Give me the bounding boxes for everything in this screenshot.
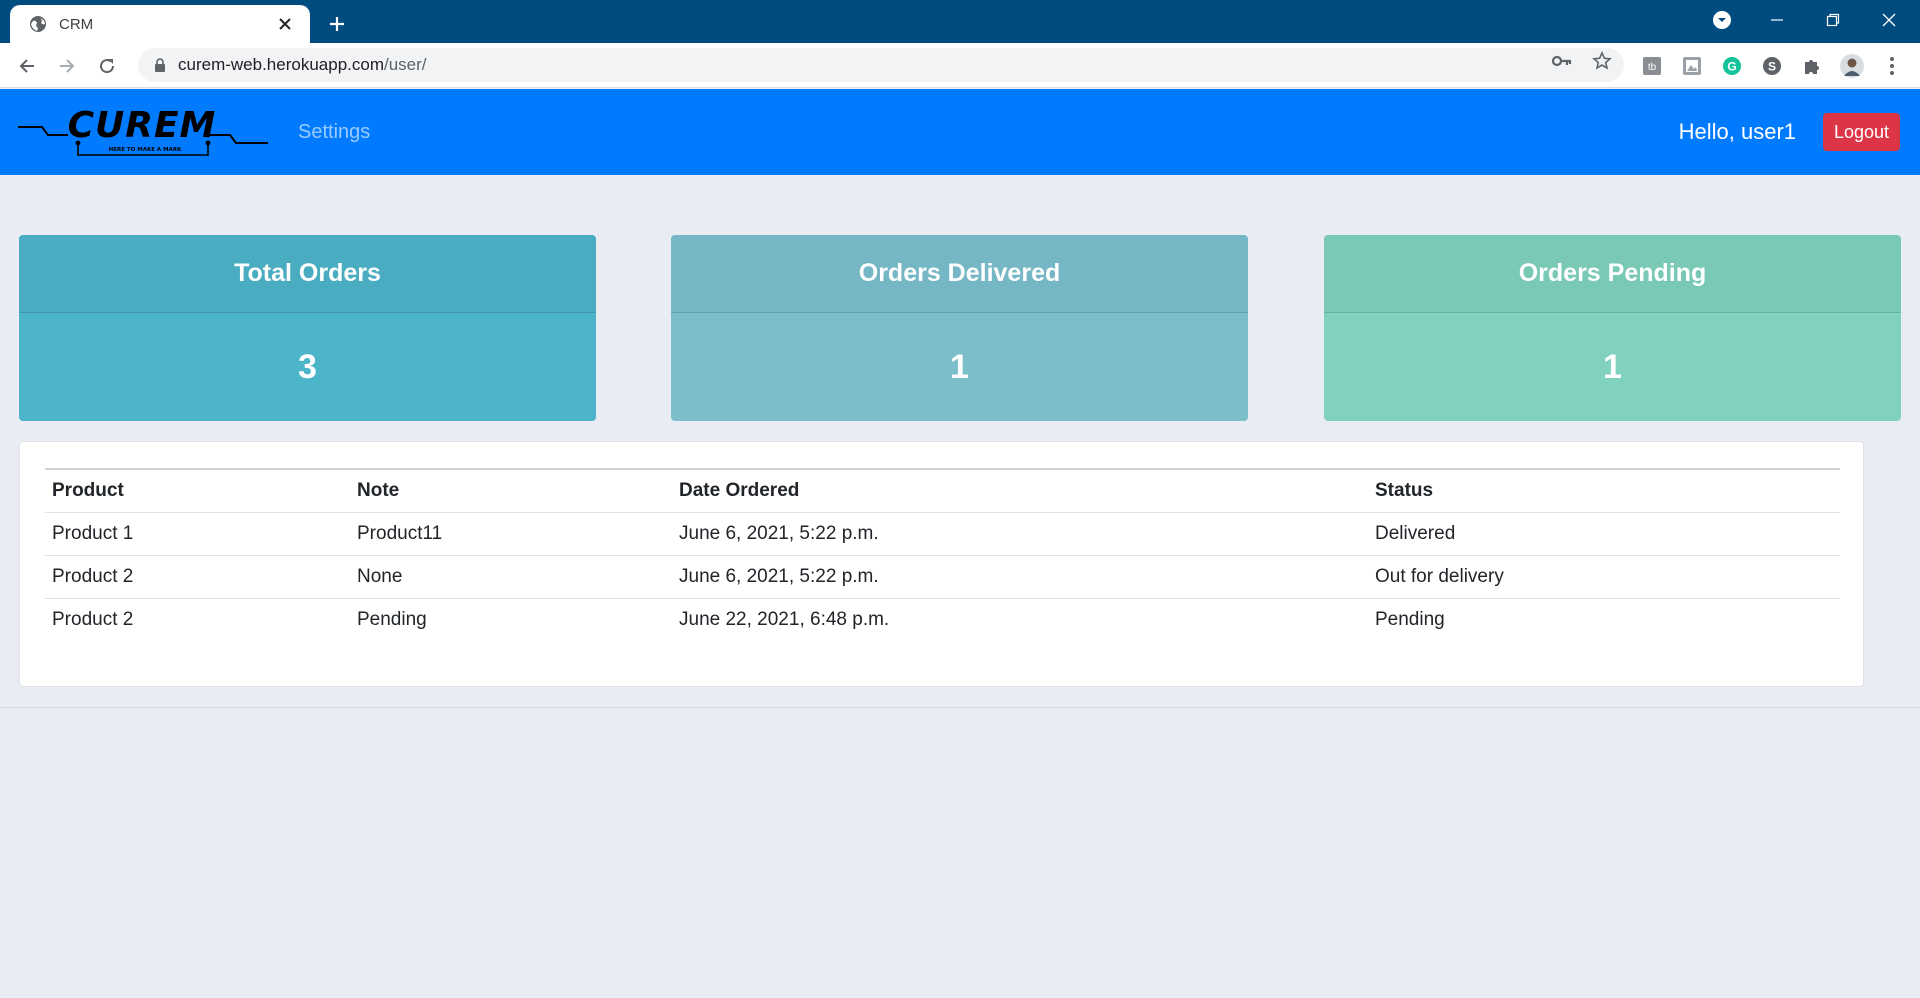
card-title: Orders Pending (1324, 235, 1901, 313)
svg-text:G: G (1727, 60, 1736, 74)
browser-toolbar: curem-web.herokuapp.com/user/ tb G S (0, 43, 1920, 88)
reload-icon[interactable] (91, 50, 123, 82)
star-icon[interactable] (1592, 51, 1612, 71)
page-divider (0, 707, 1920, 708)
extension-tb-icon[interactable]: tb (1640, 54, 1664, 78)
window-close-icon[interactable] (1861, 0, 1917, 40)
tab-title: CRM (59, 15, 94, 33)
column-header-status: Status (1368, 468, 1840, 512)
total-orders-card: Total Orders 3 (19, 235, 596, 421)
browser-tab[interactable]: CRM (10, 5, 310, 43)
card-value: 1 (1324, 313, 1901, 421)
cell-product: Product 2 (45, 554, 350, 598)
url-text: curem-web.herokuapp.com/user/ (178, 55, 427, 75)
cell-note: None (350, 554, 672, 598)
new-tab-icon[interactable] (322, 9, 352, 39)
close-icon[interactable] (274, 13, 296, 35)
cell-date-ordered: June 6, 2021, 5:22 p.m. (672, 511, 1368, 555)
table-row: Product 2 None June 6, 2021, 5:22 p.m. O… (45, 554, 1840, 598)
orders-pending-card: Orders Pending 1 (1324, 235, 1901, 421)
user-greeting: Hello, user1 (1678, 119, 1796, 144)
kebab-menu-icon[interactable] (1880, 54, 1904, 78)
tab-search-icon[interactable] (1694, 0, 1750, 40)
profile-avatar-icon[interactable] (1840, 54, 1864, 78)
back-arrow-icon[interactable] (11, 50, 43, 82)
extension-image-icon[interactable] (1680, 54, 1704, 78)
card-title: Total Orders (19, 235, 596, 313)
logout-button[interactable]: Logout (1823, 113, 1900, 151)
key-icon[interactable] (1552, 51, 1572, 71)
svg-text:S: S (1768, 60, 1776, 74)
cell-product: Product 1 (45, 511, 350, 555)
cell-note: Product11 (350, 511, 672, 555)
card-value: 1 (671, 313, 1248, 421)
column-header-date-ordered: Date Ordered (672, 468, 1368, 512)
cell-status: Out for delivery (1368, 554, 1840, 598)
table-header-row: Product Note Date Ordered Status (45, 468, 1840, 512)
card-title: Orders Delivered (671, 235, 1248, 313)
orders-delivered-card: Orders Delivered 1 (671, 235, 1248, 421)
url-path: /user/ (383, 55, 427, 74)
column-header-note: Note (350, 468, 672, 512)
table-row: Product 1 Product11 June 6, 2021, 5:22 p… (45, 511, 1840, 555)
cell-date-ordered: June 6, 2021, 5:22 p.m. (672, 554, 1368, 598)
cell-date-ordered: June 22, 2021, 6:48 p.m. (672, 597, 1368, 641)
cell-status: Pending (1368, 597, 1840, 641)
address-bar[interactable]: curem-web.herokuapp.com/user/ (138, 48, 1624, 82)
cell-product: Product 2 (45, 597, 350, 641)
lock-icon[interactable] (152, 57, 168, 73)
minimize-icon[interactable] (1749, 0, 1805, 40)
puzzle-icon[interactable] (1800, 54, 1824, 78)
orders-table: Product Note Date Ordered Status Product… (45, 468, 1840, 641)
url-host: curem-web.herokuapp.com (178, 55, 384, 74)
app-navbar: CUREM HERE TO MAKE A MARK Settings Hello… (0, 89, 1920, 175)
browser-tab-strip: CRM (0, 0, 1920, 43)
orders-table-card: Product Note Date Ordered Status Product… (19, 441, 1864, 687)
nav-settings-link[interactable]: Settings (298, 121, 370, 144)
cell-note: Pending (350, 597, 672, 641)
globe-icon (28, 15, 47, 34)
grammarly-icon[interactable]: G (1720, 54, 1744, 78)
restore-icon[interactable] (1805, 0, 1861, 40)
column-header-product: Product (45, 468, 350, 512)
svg-text:CUREM: CUREM (68, 107, 217, 146)
cell-status: Delivered (1368, 511, 1840, 555)
svg-text:tb: tb (1648, 62, 1657, 73)
table-row: Product 2 Pending June 22, 2021, 6:48 p.… (45, 597, 1840, 641)
card-value: 3 (19, 313, 596, 421)
forward-arrow-icon[interactable] (51, 50, 83, 82)
svg-text:HERE TO MAKE A MARK: HERE TO MAKE A MARK (109, 147, 182, 153)
brand-logo[interactable]: CUREM HERE TO MAKE A MARK (18, 105, 270, 161)
extension-s-icon[interactable]: S (1760, 54, 1784, 78)
